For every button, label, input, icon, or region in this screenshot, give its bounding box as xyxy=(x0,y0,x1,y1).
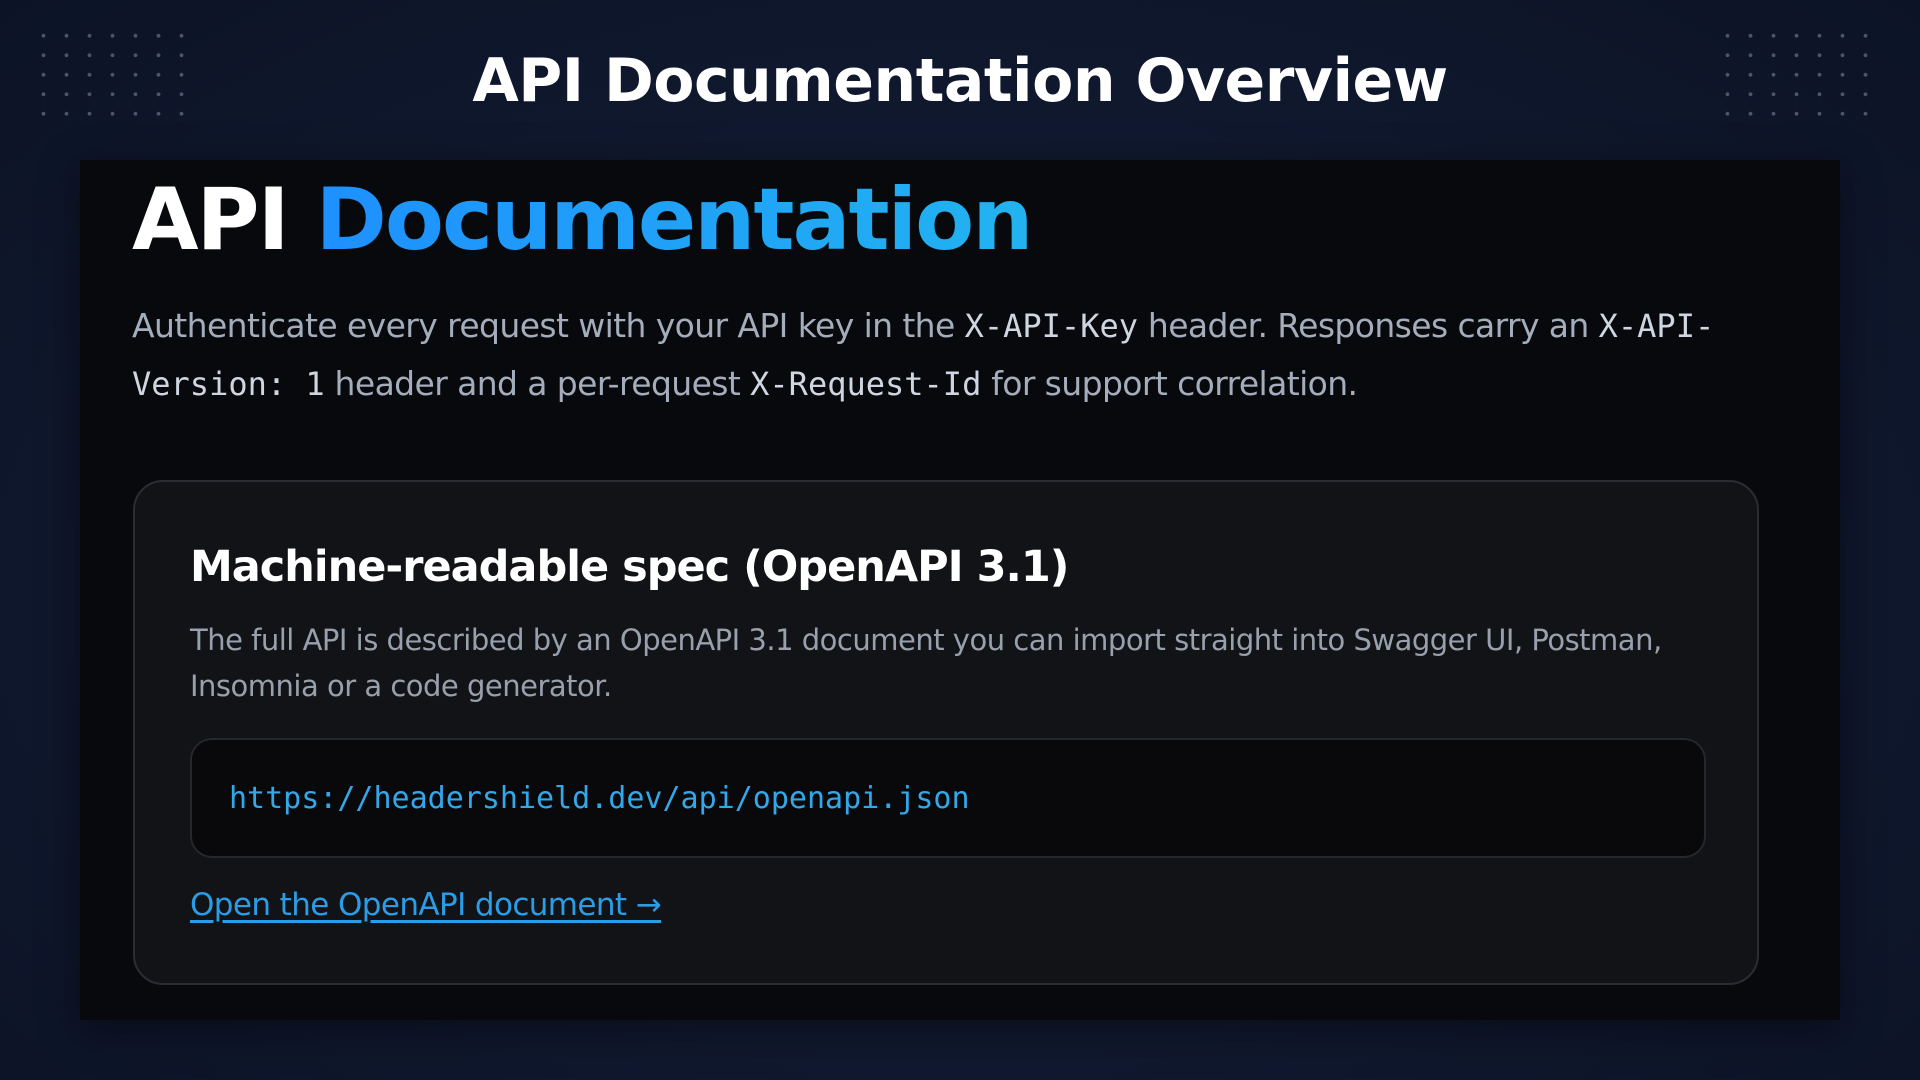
spec-card-description: The full API is described by an OpenAPI … xyxy=(190,623,1662,703)
intro-text-2: header. Responses carry an xyxy=(1137,306,1599,345)
code-x-api-key: X-API-Key xyxy=(964,307,1138,345)
doc-heading-api: API xyxy=(132,170,290,270)
openapi-spec-card: Machine-readable spec (OpenAPI 3.1) The … xyxy=(133,480,1759,985)
auth-intro-paragraph: Authenticate every request with your API… xyxy=(132,297,1772,413)
code-x-request-id: X-Request-Id xyxy=(750,365,982,403)
intro-text-3: header and a per-request xyxy=(324,364,751,403)
spec-card-title: Machine-readable spec (OpenAPI 3.1) xyxy=(190,542,1069,592)
slide-title: API Documentation Overview xyxy=(472,46,1448,116)
open-openapi-document-link[interactable]: Open the OpenAPI document → xyxy=(190,887,662,923)
openapi-url[interactable]: https://headershield.dev/api/openapi.jso… xyxy=(229,781,970,816)
doc-heading: API Documentation xyxy=(132,170,1034,270)
intro-text-1: Authenticate every request with your API… xyxy=(132,306,965,345)
docs-screenshot-panel: API Documentation Authenticate every req… xyxy=(80,160,1840,1020)
openapi-url-box[interactable]: https://headershield.dev/api/openapi.jso… xyxy=(190,738,1706,858)
doc-heading-documentation: Documentation xyxy=(315,170,1034,270)
intro-text-4: for support correlation. xyxy=(981,364,1358,403)
